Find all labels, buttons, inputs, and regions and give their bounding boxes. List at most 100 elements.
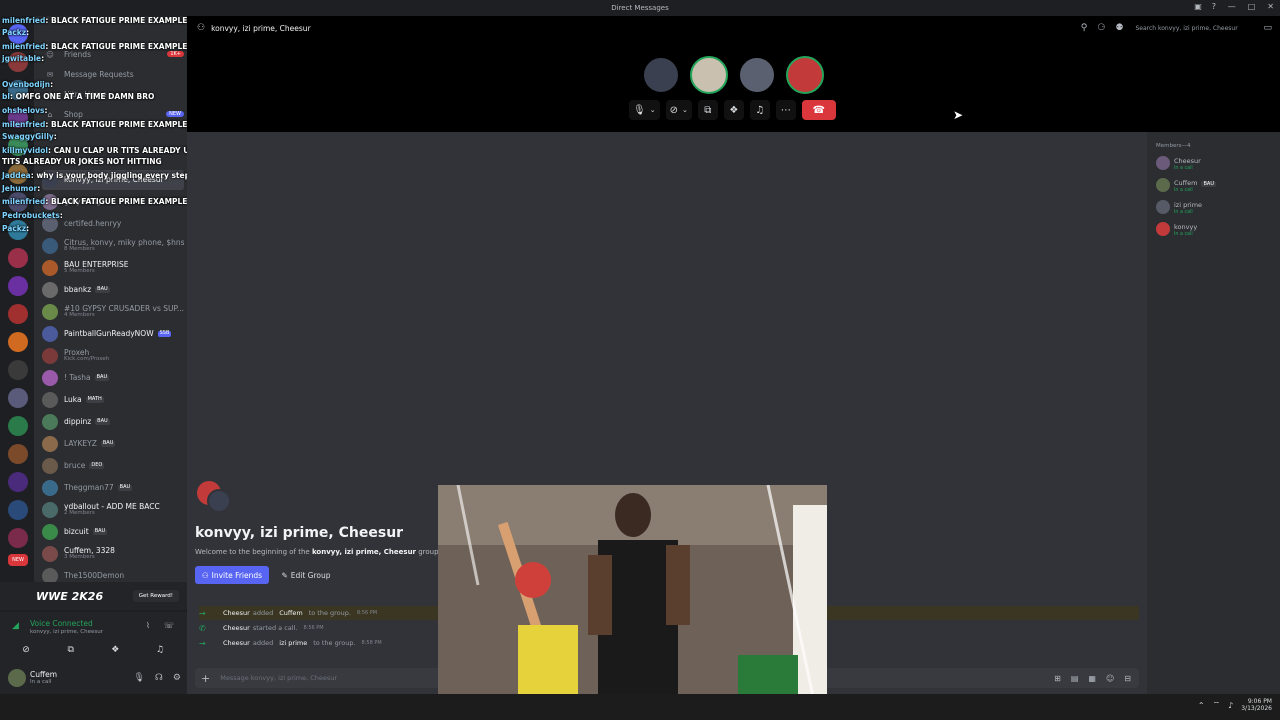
- edit-group-button[interactable]: ✎ Edit Group: [275, 566, 337, 584]
- end-call-button[interactable]: ☎: [801, 100, 836, 120]
- call-participant-avatar[interactable]: [690, 56, 728, 94]
- server-icon[interactable]: [8, 472, 28, 492]
- message-actor[interactable]: Cheesur: [223, 639, 250, 647]
- promo-logo: WWE 2K26: [36, 589, 104, 603]
- edit-group-label: Edit Group: [290, 570, 331, 580]
- inbox-icon[interactable]: ▭: [1263, 23, 1272, 33]
- members-icon[interactable]: ⚉: [1115, 23, 1123, 33]
- call-participant-avatar[interactable]: [786, 56, 824, 94]
- dm-item[interactable]: Proxeh Kick.com/Proxeh: [42, 346, 184, 366]
- stream-chat-message: Pedrobuckets:: [2, 211, 63, 220]
- microphone-toggle[interactable]: 🎙︎ ⌄: [629, 100, 660, 120]
- search-input[interactable]: Search konvyy, izi prime, Cheesur: [1133, 21, 1254, 35]
- message-target[interactable]: izi prime: [279, 639, 307, 647]
- member-item[interactable]: Cheesur In a call: [1156, 154, 1276, 172]
- server-icon[interactable]: [8, 388, 28, 408]
- message-timestamp: 8:56 PM: [303, 625, 324, 631]
- avatar[interactable]: [8, 669, 26, 687]
- dm-item[interactable]: ydballout - ADD ME BACC 2 Members: [42, 500, 184, 520]
- server-icon[interactable]: [8, 332, 28, 352]
- dm-text: PaintballGunReadyNOW SSB: [64, 330, 172, 338]
- dm-item[interactable]: bizcuit BAU: [42, 522, 184, 542]
- camera-toggle[interactable]: ⊘ ⌄: [665, 100, 692, 120]
- minimize-button[interactable]: —: [1228, 2, 1236, 11]
- inbox-icon[interactable]: ▣: [1194, 2, 1202, 11]
- member-item[interactable]: izi prime In a call: [1156, 198, 1276, 216]
- dm-item[interactable]: PaintballGunReadyNOW SSB: [42, 324, 184, 344]
- member-item[interactable]: Cuffem BAU In a call: [1156, 176, 1276, 194]
- stream-chat-message: milenfried: BLACK FATIGUE PRIME EXAMPLE: [2, 42, 187, 51]
- dm-item[interactable]: Luka MATH: [42, 390, 184, 410]
- pin-icon[interactable]: ⚲: [1081, 23, 1088, 33]
- emoji-icon[interactable]: ☺: [1106, 674, 1114, 683]
- dm-item[interactable]: #10 GYPSY CRUSADER vs SUP... 4 Members: [42, 302, 184, 322]
- apps-icon[interactable]: ⊟: [1124, 674, 1131, 683]
- screen-share-button[interactable]: ⧉: [53, 642, 89, 658]
- server-icon[interactable]: [8, 528, 28, 548]
- help-icon[interactable]: ?: [1212, 2, 1216, 11]
- chevron-up-icon[interactable]: ⌃: [1198, 701, 1205, 710]
- server-icon[interactable]: [8, 360, 28, 380]
- volume-icon[interactable]: ♪: [1228, 701, 1233, 710]
- server-icon[interactable]: [8, 500, 28, 520]
- dm-tag-badge: BAU: [117, 484, 133, 491]
- stream-chat-user: Ovenbodijn: [2, 80, 51, 89]
- dm-item[interactable]: Cuffem, 3328 3 Members: [42, 544, 184, 564]
- message-actor[interactable]: Cheesur: [223, 609, 250, 617]
- add-friends-icon[interactable]: ⚆: [1097, 23, 1105, 33]
- invite-friends-button[interactable]: ⚇ Invite Friends: [195, 566, 269, 584]
- server-icon[interactable]: [8, 276, 28, 296]
- more-options-button[interactable]: ⋯: [775, 100, 796, 120]
- soundboard-button[interactable]: ♫: [142, 642, 178, 658]
- network-icon[interactable]: ⌔: [1213, 700, 1221, 710]
- dm-subtitle: 4 Members: [64, 312, 95, 319]
- clock[interactable]: 9:06 PM 3/13/2026: [1241, 698, 1272, 712]
- dm-item[interactable]: dippinz BAU: [42, 412, 184, 432]
- dm-item[interactable]: The1500Demon: [42, 566, 184, 582]
- chevron-down-icon[interactable]: ⌄: [682, 106, 688, 114]
- maximize-button[interactable]: □: [1248, 2, 1256, 11]
- gif-icon[interactable]: ▤: [1071, 674, 1079, 683]
- disconnect-icon[interactable]: ☏: [164, 621, 174, 630]
- voice-channel-name[interactable]: konvyy, izi prime, Cheesur: [30, 629, 103, 635]
- activities-button[interactable]: ❖: [723, 100, 744, 120]
- sticker-icon[interactable]: ▦: [1088, 674, 1096, 683]
- dm-item[interactable]: LAYKEYZ BAU: [42, 434, 184, 454]
- member-item[interactable]: konvyy In a call: [1156, 220, 1276, 238]
- gift-icon[interactable]: ⊞: [1054, 674, 1061, 683]
- member-status: In a call: [1174, 232, 1193, 238]
- dm-item[interactable]: Citrus, konvy, miky phone, $hns 8 Members: [42, 236, 184, 256]
- headphones-icon[interactable]: ☊: [155, 673, 163, 683]
- message-target[interactable]: Cuffem: [279, 609, 302, 617]
- hang-up-icon: ☎: [812, 104, 826, 116]
- server-icon[interactable]: [8, 416, 28, 436]
- noise-suppression-icon[interactable]: ⌇: [146, 621, 150, 630]
- chevron-down-icon[interactable]: ⌄: [650, 106, 656, 114]
- close-button[interactable]: ✕: [1267, 2, 1274, 11]
- dm-item[interactable]: Theggman77 BAU: [42, 478, 184, 498]
- call-participant-avatar[interactable]: [642, 56, 680, 94]
- message-actor[interactable]: Cheesur: [223, 624, 250, 632]
- user-panel: Cuffem In a call 🎙︎ ☊ ⚙: [0, 662, 187, 694]
- dm-item[interactable]: BAU ENTERPRISE 5 Members: [42, 258, 184, 278]
- call-participant-avatar[interactable]: [738, 56, 776, 94]
- member-name-row: izi prime: [1174, 198, 1202, 210]
- server-icon[interactable]: [8, 304, 28, 324]
- camera-off-button[interactable]: ⊘: [8, 642, 44, 658]
- voice-status[interactable]: Voice Connected: [30, 619, 93, 628]
- dm-item[interactable]: bbankz BAU: [42, 280, 184, 300]
- add-attachment-icon[interactable]: +: [201, 672, 210, 685]
- stream-chat-separator: :: [37, 184, 41, 193]
- server-icon[interactable]: [8, 444, 28, 464]
- dm-item[interactable]: ! Tasha BAU: [42, 368, 184, 388]
- screen-share-button[interactable]: ⧉: [697, 100, 718, 120]
- stream-chat-separator: :: [44, 106, 48, 115]
- get-reward-button[interactable]: Get Reward!: [132, 590, 179, 602]
- microphone-icon[interactable]: 🎙︎: [133, 673, 144, 683]
- dm-item[interactable]: bruce DEO: [42, 456, 184, 476]
- activities-button[interactable]: ❖: [97, 642, 133, 658]
- microphone-icon: 🎙︎: [633, 104, 646, 116]
- settings-gear-icon[interactable]: ⚙: [173, 673, 181, 683]
- soundboard-button[interactable]: ♫: [749, 100, 770, 120]
- server-icon[interactable]: [8, 248, 28, 268]
